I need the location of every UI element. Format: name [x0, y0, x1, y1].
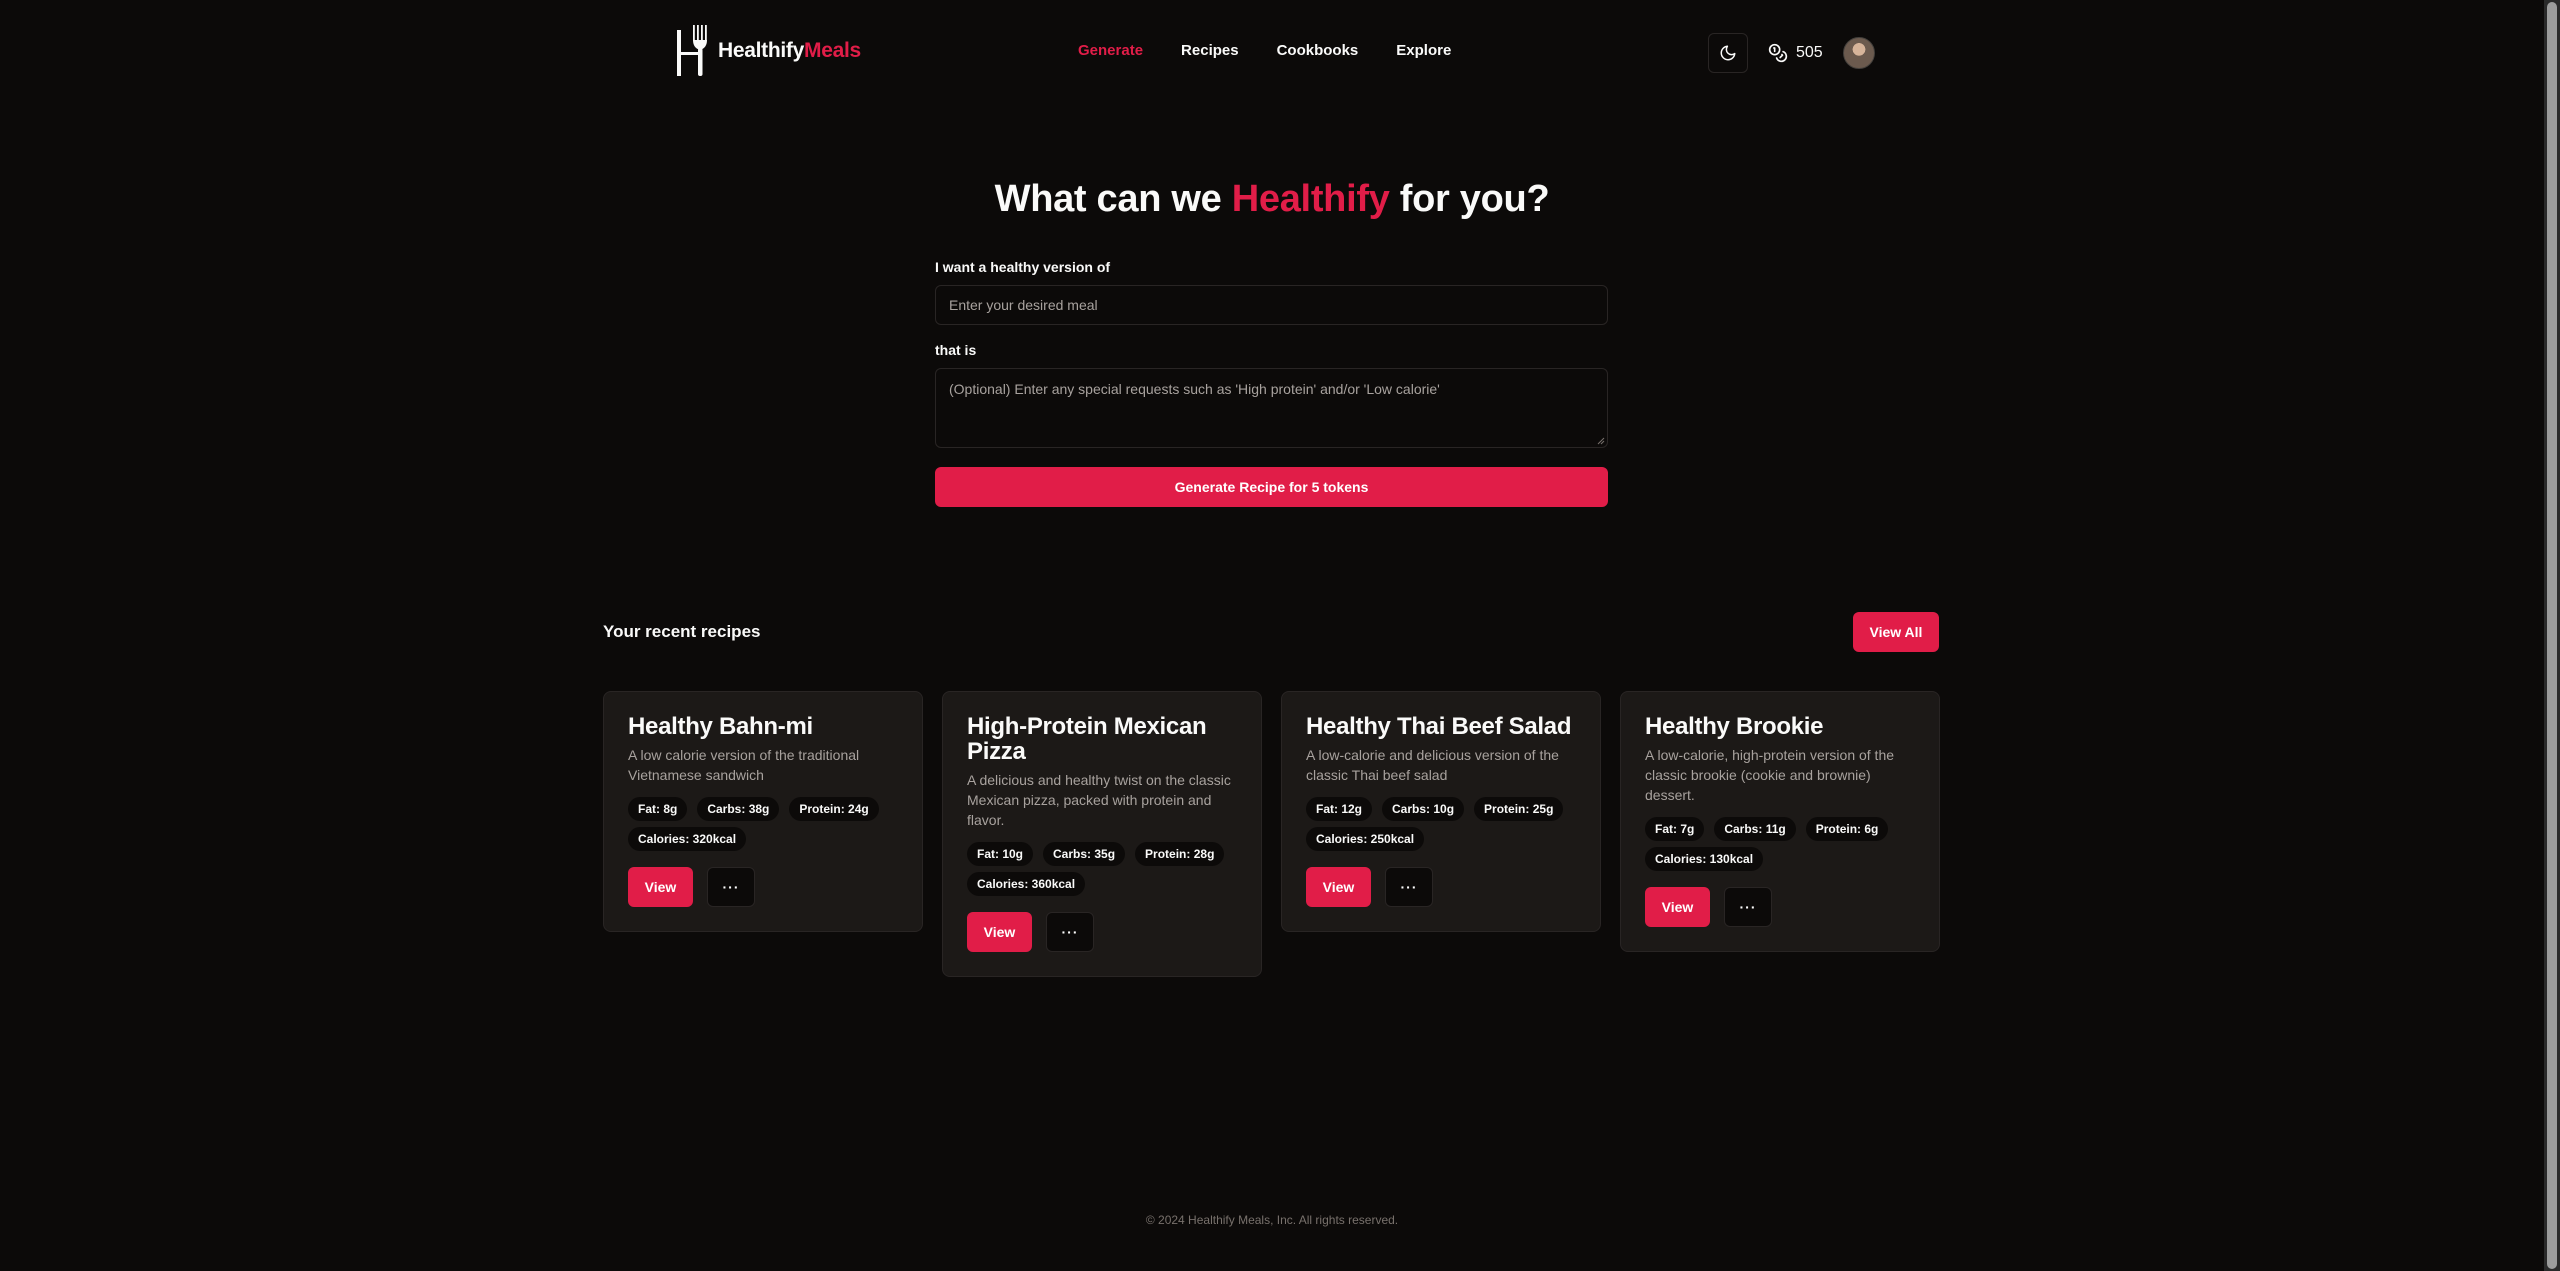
requests-label: that is — [935, 342, 977, 358]
resize-grip-icon[interactable] — [1597, 437, 1605, 445]
more-options-button[interactable]: ··· — [1385, 867, 1433, 907]
card-actions: View ··· — [1306, 867, 1576, 907]
recipe-description: A low calorie version of the traditional… — [628, 747, 860, 783]
nav-recipes[interactable]: Recipes — [1181, 42, 1239, 59]
recipe-description: A low-calorie and delicious version of t… — [1306, 747, 1559, 783]
recipe-description: A delicious and healthy twist on the cla… — [967, 772, 1231, 828]
logo-brand: Healthify — [718, 39, 804, 62]
protein-badge: Protein: 25g — [1474, 797, 1564, 821]
calories-badge: Calories: 130kcal — [1645, 847, 1764, 871]
more-options-button[interactable]: ··· — [1046, 912, 1094, 952]
more-options-button[interactable]: ··· — [707, 867, 755, 907]
nutrition-chips: Fat: 8g Carbs: 38g Protein: 24g Calories… — [628, 797, 898, 857]
card-actions: View ··· — [1645, 887, 1915, 927]
generate-recipe-button[interactable]: Generate Recipe for 5 tokens — [935, 467, 1608, 507]
carbs-badge: Carbs: 35g — [1043, 842, 1126, 866]
view-recipe-button[interactable]: View — [1645, 887, 1710, 927]
token-count: 505 — [1796, 44, 1823, 61]
card-actions: View ··· — [628, 867, 898, 907]
theme-toggle-button[interactable] — [1708, 33, 1748, 73]
protein-badge: Protein: 28g — [1135, 842, 1225, 866]
recipe-form: I want a healthy version of Enter your d… — [935, 259, 1608, 507]
title-after: for you? — [1389, 178, 1550, 220]
nutrition-chips: Fat: 10g Carbs: 35g Protein: 28g Calorie… — [967, 842, 1237, 902]
logo-text: HealthifyMeals — [718, 39, 861, 63]
recipe-card: Healthy Brookie A low-calorie, high-prot… — [1620, 691, 1940, 952]
requests-textarea[interactable]: (Optional) Enter any special requests su… — [935, 368, 1608, 448]
view-recipe-button[interactable]: View — [1306, 867, 1371, 907]
protein-badge: Protein: 6g — [1805, 817, 1889, 841]
logo[interactable]: HealthifyMeals — [676, 22, 861, 80]
nav-cookbooks[interactable]: Cookbooks — [1277, 42, 1359, 59]
page-scrollbar[interactable] — [2544, 0, 2560, 1271]
title-before: What can we — [994, 178, 1232, 220]
header-actions: 505 — [1708, 33, 1875, 73]
more-options-button[interactable]: ··· — [1724, 887, 1772, 927]
recipe-card: Healthy Thai Beef Salad A low-calorie an… — [1281, 691, 1601, 932]
recipe-title: High-Protein Mexican Pizza — [967, 713, 1207, 765]
top-header: HealthifyMeals Generate Recipes Cookbook… — [670, 18, 1890, 86]
nav-explore[interactable]: Explore — [1396, 42, 1451, 59]
fat-badge: Fat: 12g — [1306, 797, 1373, 821]
fat-badge: Fat: 8g — [628, 797, 688, 821]
recipe-title: Healthy Thai Beef Salad — [1306, 713, 1572, 740]
title-accent: Healthify — [1231, 178, 1390, 220]
meal-label: I want a healthy version of — [935, 259, 1111, 275]
coins-icon — [1768, 43, 1788, 63]
page-title: What can we Healthify for you? — [0, 178, 2544, 221]
fat-badge: Fat: 10g — [967, 842, 1034, 866]
view-recipe-button[interactable]: View — [967, 912, 1032, 952]
nutrition-chips: Fat: 7g Carbs: 11g Protein: 6g Calories:… — [1645, 817, 1915, 877]
carbs-badge: Carbs: 11g — [1714, 817, 1796, 841]
recipe-title: Healthy Bahn-mi — [628, 713, 813, 740]
scrollbar-thumb[interactable] — [2547, 2, 2557, 1269]
calories-badge: Calories: 320kcal — [628, 827, 747, 851]
fat-badge: Fat: 7g — [1645, 817, 1705, 841]
logo-accent: Meals — [804, 39, 861, 62]
logo-fork-icon — [677, 25, 707, 76]
card-actions: View ··· — [967, 912, 1237, 952]
meal-input[interactable]: Enter your desired meal — [935, 285, 1608, 325]
requests-placeholder: (Optional) Enter any special requests su… — [949, 381, 1440, 397]
calories-badge: Calories: 360kcal — [967, 872, 1086, 896]
recent-recipes-title: Your recent recipes — [603, 622, 761, 641]
nav-generate[interactable]: Generate — [1078, 42, 1143, 59]
view-recipe-button[interactable]: View — [628, 867, 693, 907]
moon-icon — [1720, 45, 1736, 61]
recipe-title: Healthy Brookie — [1645, 713, 1824, 740]
footer-copyright: © 2024 Healthify Meals, Inc. All rights … — [1145, 1213, 1399, 1227]
protein-badge: Protein: 24g — [789, 797, 879, 821]
nutrition-chips: Fat: 12g Carbs: 10g Protein: 25g Calorie… — [1306, 797, 1576, 857]
recipe-description: A low-calorie, high-protein version of t… — [1645, 747, 1895, 803]
carbs-badge: Carbs: 10g — [1382, 797, 1465, 821]
calories-badge: Calories: 250kcal — [1306, 827, 1425, 851]
view-all-button[interactable]: View All — [1853, 612, 1939, 652]
main-nav: Generate Recipes Cookbooks Explore — [1078, 42, 1489, 59]
carbs-badge: Carbs: 38g — [697, 797, 780, 821]
recipe-card: High-Protein Mexican Pizza A delicious a… — [942, 691, 1262, 977]
recipe-card: Healthy Bahn-mi A low calorie version of… — [603, 691, 923, 932]
token-balance[interactable]: 505 — [1768, 43, 1823, 63]
user-avatar[interactable] — [1842, 37, 1875, 69]
